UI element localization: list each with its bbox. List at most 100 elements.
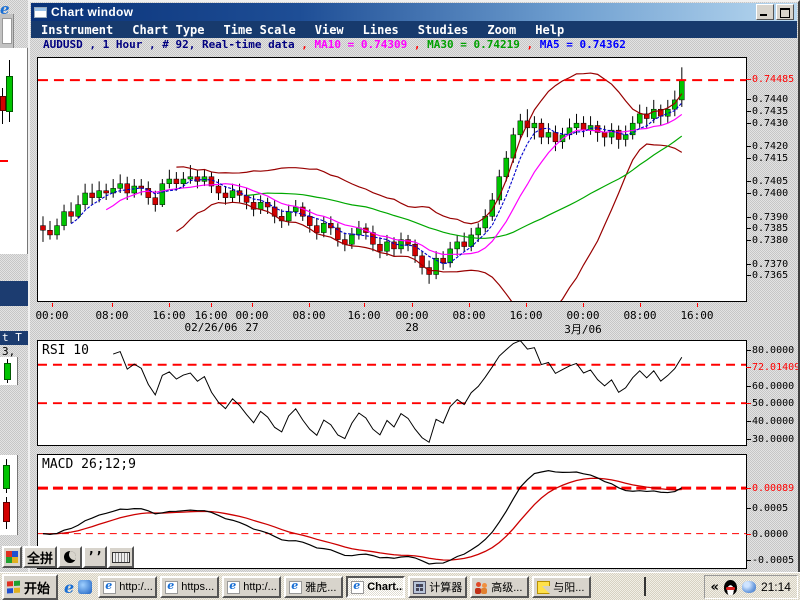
note-icon	[537, 581, 550, 594]
time-label: 08:00	[95, 309, 128, 322]
minimize-button[interactable]	[756, 4, 774, 20]
axis-tick	[746, 99, 751, 100]
date-label: 3月/06	[564, 321, 602, 337]
time-label: 16:00	[509, 309, 542, 322]
price-label-0-7415: 0.7415	[746, 153, 788, 163]
ime-mode-button[interactable]: 全拼	[23, 546, 57, 568]
keyboard-indicator-icon[interactable]	[644, 578, 646, 596]
scrollbar-fragment	[0, 14, 14, 48]
soft-keyboard-icon[interactable]	[108, 546, 134, 568]
menu-item-zoom[interactable]: Zoom	[487, 23, 516, 37]
price-label-0-7380: 0.7380	[746, 235, 788, 245]
background-text-fragment: 3,	[0, 345, 30, 357]
date-label: 28	[405, 321, 418, 334]
menu-item-instrument[interactable]: Instrument	[41, 23, 113, 37]
half-full-moon-icon[interactable]	[58, 546, 82, 568]
price-label-0-7430: 0.7430	[746, 118, 788, 128]
axis-tick	[746, 193, 751, 194]
info-segment: MA30 = 0.74219	[427, 38, 526, 51]
window-title: Chart window	[51, 5, 133, 19]
menu-item-lines[interactable]: Lines	[363, 23, 399, 37]
instrument-info-bar: AUDUSD , 1 Hour , # 92, Real-time data ,…	[31, 38, 797, 52]
axis-tick	[746, 350, 751, 351]
task-button-高级[interactable]: 高级...	[470, 576, 529, 598]
time-tick	[412, 303, 413, 307]
price-label-0-7365: 0.7365	[746, 270, 788, 280]
time-label: 16:00	[347, 309, 380, 322]
task-button-雅虎[interactable]: 雅虎...	[284, 576, 343, 598]
start-label: 开始	[24, 578, 50, 597]
time-tick	[309, 303, 310, 307]
chevron-left-icon[interactable]: «	[711, 580, 719, 595]
macd-label-0-0005: -0.0005	[746, 555, 794, 565]
qq-penguin-icon[interactable]	[724, 580, 737, 595]
time-tick	[526, 303, 527, 307]
info-segment: AUDUSD , 1 Hour , # 92, Real-time data	[43, 38, 301, 51]
axis-tick	[746, 508, 751, 509]
axis-tick	[746, 79, 751, 80]
time-tick	[469, 303, 470, 307]
maximize-button[interactable]	[776, 4, 794, 20]
menu-bar: Instrument Chart Type Time Scale View Lines S…	[31, 21, 797, 38]
axis-tick	[746, 264, 751, 265]
start-button[interactable]: 开始	[2, 574, 58, 600]
task-button-http[interactable]: http:/...	[222, 576, 281, 598]
task-button-https[interactable]: https...	[160, 576, 219, 598]
time-tick	[252, 303, 253, 307]
time-label: 08:00	[452, 309, 485, 322]
background-chart-fragment	[0, 455, 18, 535]
menu-item-help[interactable]: Help	[535, 23, 564, 37]
menu-item-time-scale[interactable]: Time Scale	[224, 23, 296, 37]
chart-window: Chart window Instrument Chart Type Time Sc…	[28, 0, 800, 577]
windows-logo-icon	[7, 581, 21, 594]
menu-item-chart-type[interactable]: Chart Type	[132, 23, 204, 37]
rsi-canvas	[38, 341, 746, 445]
people-icon	[475, 581, 488, 594]
price-label-0-7370: 0.7370	[746, 259, 788, 269]
blue-app-tray-icon[interactable]	[742, 581, 756, 593]
show-desktop-icon[interactable]	[78, 580, 92, 594]
macd-panel[interactable]: MACD 26;12;9	[37, 454, 747, 569]
axis-tick	[746, 560, 751, 561]
time-label: 00:00	[35, 309, 68, 322]
task-button-计算器[interactable]: 计算器	[408, 576, 467, 598]
time-tick	[583, 303, 584, 307]
macd-title: MACD 26;12;9	[42, 457, 136, 472]
window-icon	[34, 7, 47, 18]
ie-icon[interactable]: e	[64, 578, 74, 597]
ime-logo-icon[interactable]	[2, 546, 22, 568]
ie-page-icon	[165, 581, 178, 594]
candlestick-canvas	[38, 58, 746, 301]
time-tick	[211, 303, 212, 307]
axis-tick	[746, 123, 751, 124]
quick-launch: e	[64, 578, 92, 597]
punctuation-toggle[interactable]: ’’	[83, 546, 107, 568]
axis-tick	[746, 403, 751, 404]
desktop: e t T 3,	[0, 0, 800, 600]
macd-label-0-0000: 0.0000	[746, 529, 788, 539]
menu-item-view[interactable]: View	[315, 23, 344, 37]
axis-tick	[746, 367, 751, 368]
time-label: 16:00	[152, 309, 185, 322]
time-tick	[364, 303, 365, 307]
task-buttons: http:/...https...http:/...雅虎...Chart...计…	[98, 576, 591, 598]
price-label-0-7435: 0.7435	[746, 106, 788, 116]
menu-item-studies[interactable]: Studies	[418, 23, 469, 37]
task-button-与阳[interactable]: 与阳...	[532, 576, 591, 598]
macd-canvas	[38, 455, 746, 568]
rsi-panel[interactable]: RSI 10	[37, 340, 747, 446]
time-tick	[697, 303, 698, 307]
task-button-http[interactable]: http:/...	[98, 576, 157, 598]
time-label: 08:00	[292, 309, 325, 322]
time-tick	[52, 303, 53, 307]
task-button-chart[interactable]: Chart...	[346, 576, 405, 598]
info-segment: MA5 = 0.74362	[540, 38, 626, 51]
axis-tick	[746, 386, 751, 387]
axis-tick	[746, 240, 751, 241]
price-label-0-7420: 0.7420	[746, 141, 788, 151]
axis-tick	[746, 439, 751, 440]
info-segment: ,	[526, 38, 539, 51]
rsi-label-72-01409: 72.01409	[746, 362, 800, 372]
main-candlestick-chart[interactable]	[37, 57, 747, 302]
title-bar[interactable]: Chart window	[31, 3, 797, 21]
